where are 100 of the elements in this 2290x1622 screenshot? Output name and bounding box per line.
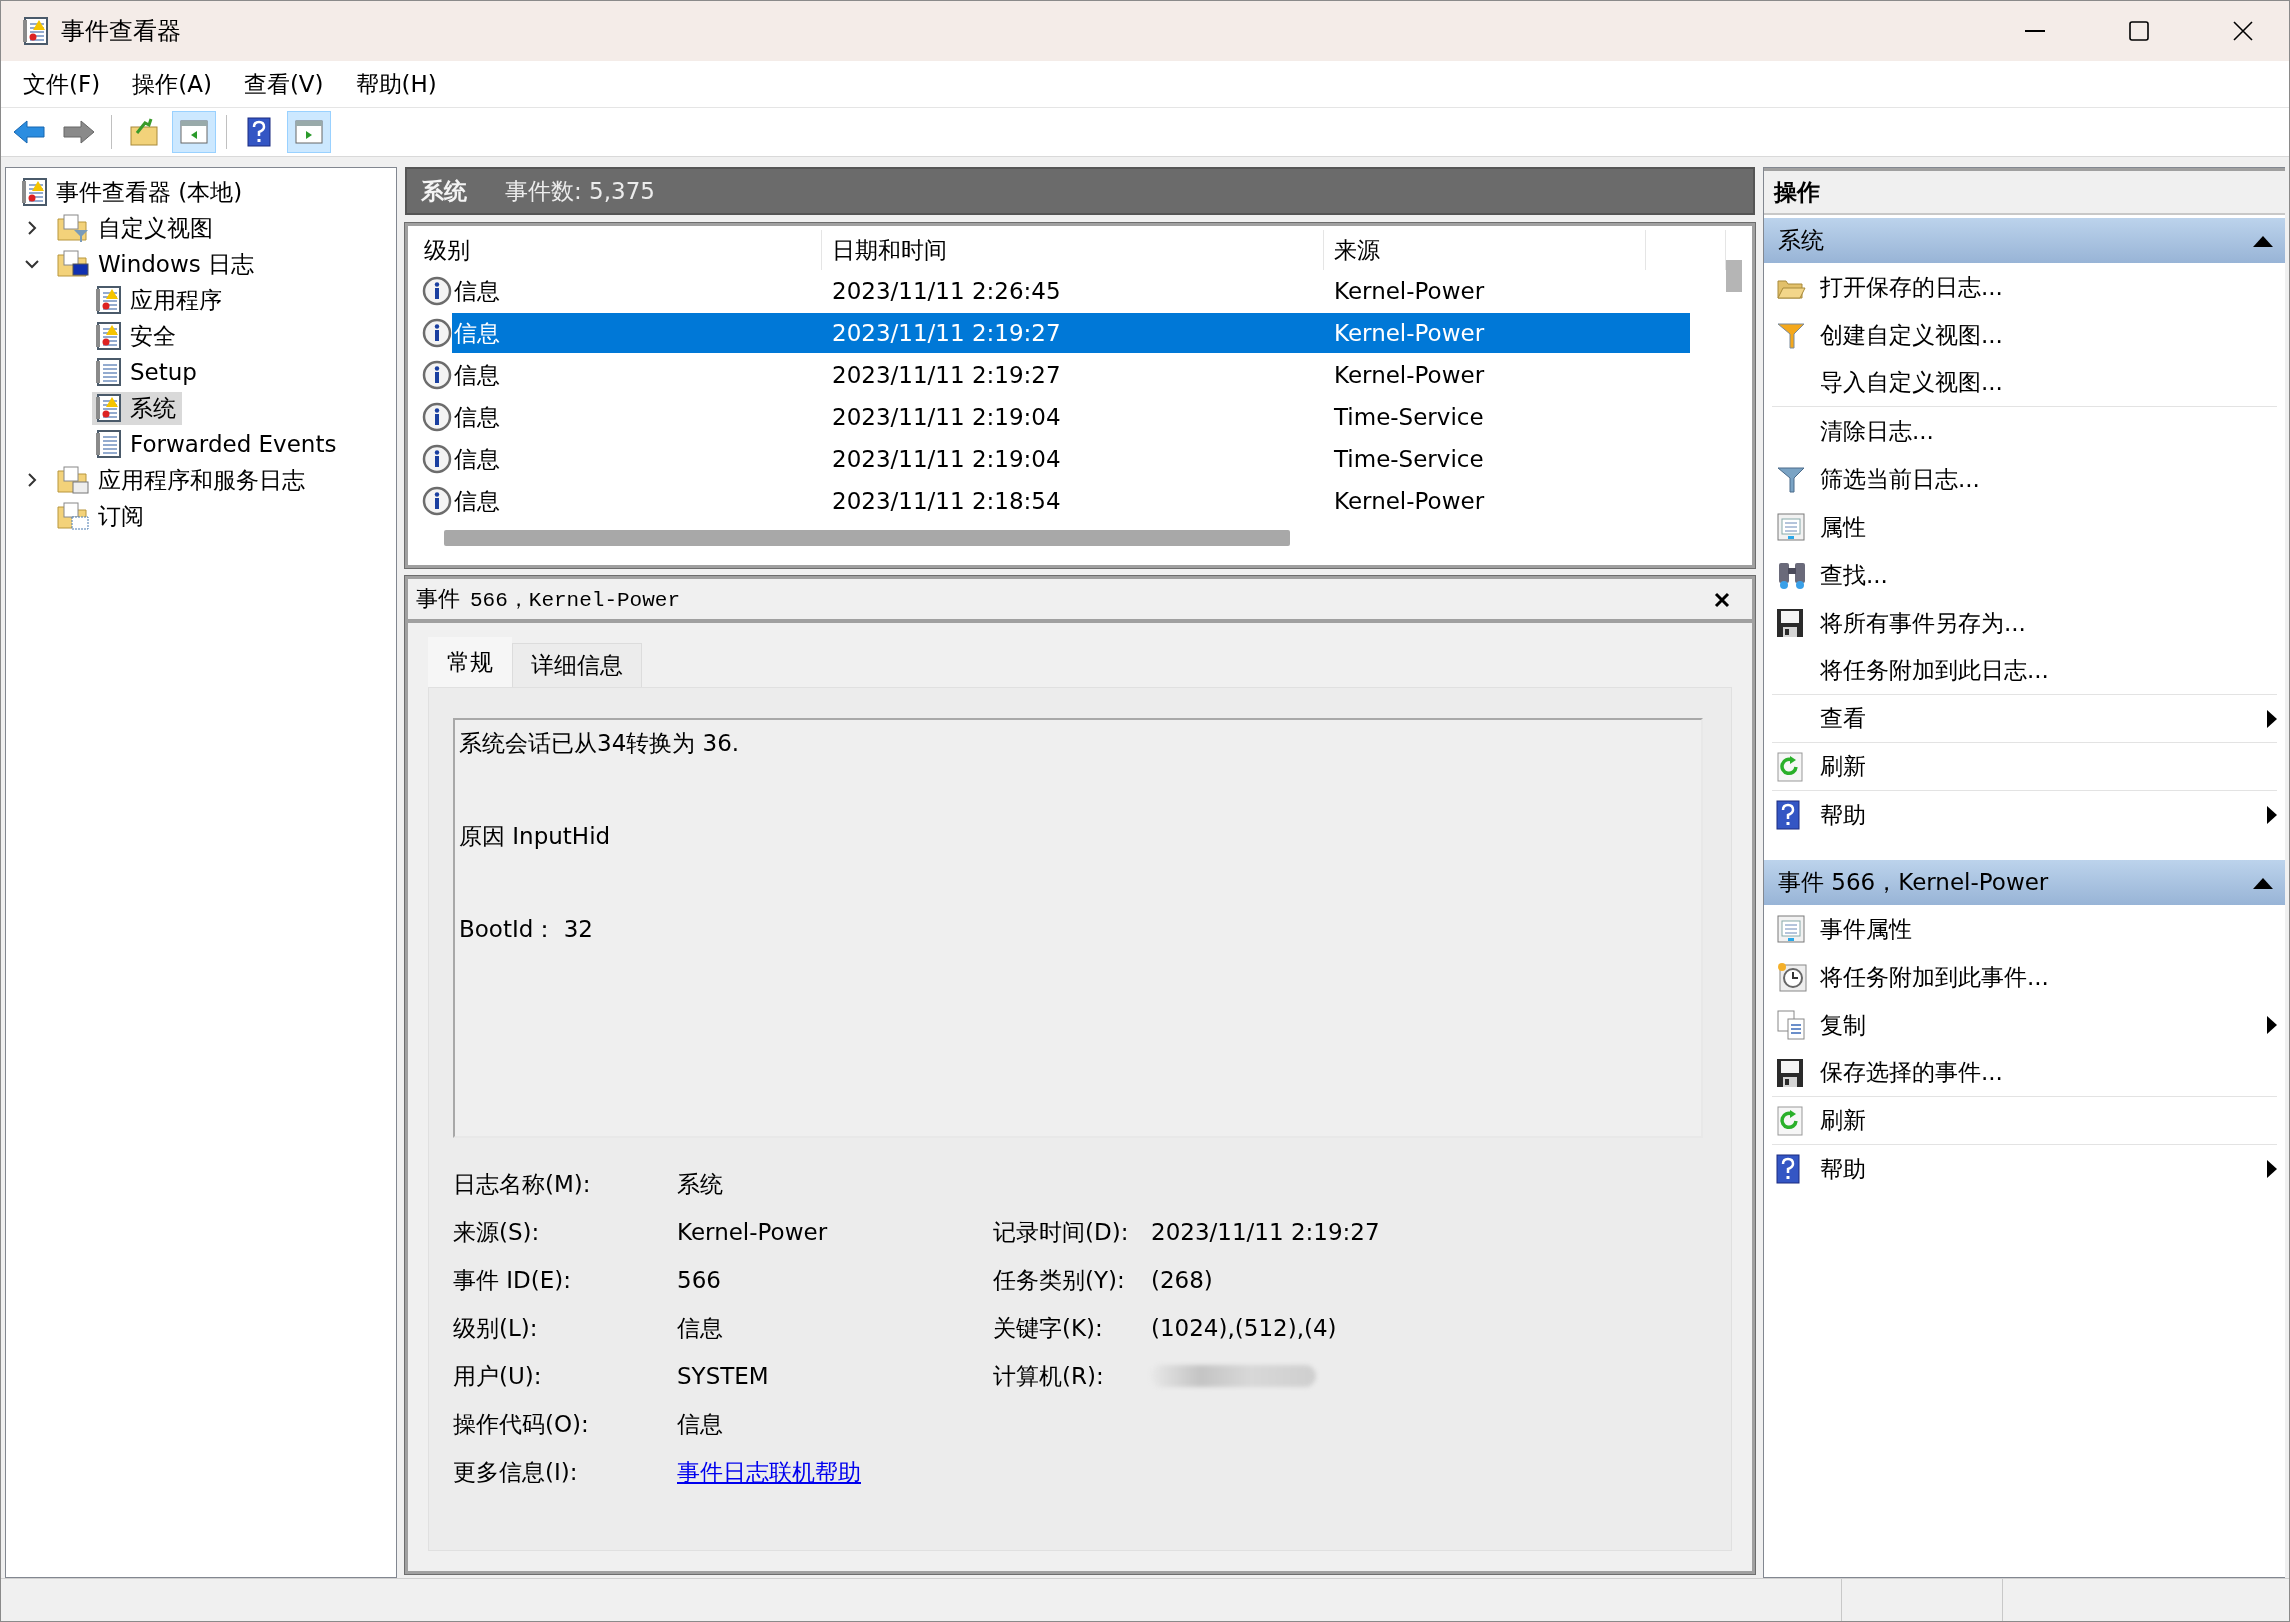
action-item[interactable]: 保存选择的事件...	[1772, 1049, 2277, 1097]
folder-funnel-icon	[56, 213, 90, 243]
folder-arrow-icon	[129, 117, 159, 147]
tree-item[interactable]: Windows 日志	[54, 247, 260, 281]
tree-item[interactable]: 订阅	[54, 499, 150, 533]
action-item[interactable]: 刷新	[1772, 743, 2277, 791]
property-value: (1024),(512),(4)	[1151, 1315, 1337, 1341]
tree-item[interactable]: 应用程序和服务日志	[54, 463, 311, 497]
action-item[interactable]: 筛选当前日志...	[1772, 455, 2277, 503]
info-icon	[422, 276, 452, 306]
actions-header: 操作	[1764, 168, 2285, 215]
column-header[interactable]: 来源	[1324, 230, 1646, 270]
action-item[interactable]: 导入自定义视图...	[1772, 359, 2277, 407]
tree-item[interactable]: 事件查看器 (本地)	[18, 175, 249, 209]
property-label: 计算机(R):	[993, 1361, 1105, 1391]
action-item[interactable]: 属性	[1772, 503, 2277, 551]
help-link[interactable]: 事件日志联机帮助	[677, 1456, 861, 1488]
tree-item[interactable]: 安全	[92, 319, 182, 353]
date-cell-text: 2023/11/11 2:19:04	[831, 404, 1062, 430]
action-item[interactable]: 查看	[1772, 695, 2277, 743]
date-cell-text: 2023/11/11 2:18:54	[831, 488, 1062, 514]
level-cell-text: 信息	[453, 402, 501, 432]
tree-item[interactable]: 应用程序	[92, 283, 228, 317]
column-header[interactable]: 级别	[414, 230, 822, 270]
action-item[interactable]: 将所有事件另存为...	[1772, 599, 2277, 647]
column-header[interactable]: 日期和时间	[822, 230, 1324, 270]
action-item[interactable]: 打开保存的日志...	[1772, 263, 2277, 311]
log-book-icon	[20, 177, 48, 207]
menu-item[interactable]: 文件(F)	[11, 64, 113, 104]
action-item[interactable]: 事件属性	[1772, 905, 2277, 953]
property-value: SYSTEM	[677, 1363, 769, 1389]
info-icon	[422, 360, 452, 390]
property-value: Kernel-Power	[677, 1219, 828, 1245]
event-row[interactable]: 信息 2023/11/11 2:19:27 Kernel-Power	[452, 313, 1690, 353]
event-row[interactable]: 信息 2023/11/11 2:19:04 Time-Service	[452, 439, 1690, 479]
tree-item[interactable]: 系统	[92, 391, 182, 425]
properties-icon	[1776, 512, 1806, 542]
window-title: 事件查看器	[61, 16, 182, 47]
action-item[interactable]: 帮助	[1772, 1145, 2277, 1193]
funnel-icon	[1776, 464, 1806, 494]
event-row[interactable]: 信息 2023/11/11 2:18:54 Kernel-Power	[452, 481, 1690, 521]
property-value: 信息	[677, 1409, 723, 1439]
property-label: 日志名称(M):	[453, 1169, 592, 1199]
binoculars-icon	[1776, 560, 1808, 590]
level-cell-text: 信息	[453, 444, 501, 474]
help-icon	[1776, 1154, 1800, 1184]
section-header[interactable]: 事件 566，Kernel-Power	[1764, 857, 2285, 905]
info-icon	[422, 444, 452, 474]
property-value: 566	[677, 1267, 721, 1293]
info-icon	[422, 318, 452, 348]
property-value: 信息	[677, 1313, 723, 1343]
refresh-icon	[1776, 750, 1804, 783]
close-icon	[2233, 21, 2253, 41]
folder-calendar-icon	[56, 501, 90, 531]
level-cell-text: 信息	[453, 276, 501, 306]
menu-item[interactable]: 查看(V)	[231, 64, 336, 104]
event-row[interactable]: 信息 2023/11/11 2:19:27 Kernel-Power	[452, 355, 1690, 395]
property-label: 操作代码(O):	[453, 1409, 590, 1439]
date-cell-text: 2023/11/11 2:26:45	[831, 278, 1062, 304]
section-header[interactable]: 系统	[1764, 215, 2285, 263]
maximize-icon	[2129, 21, 2149, 41]
tree-item[interactable]: Setup	[92, 356, 203, 388]
tab[interactable]: 常规	[428, 637, 512, 687]
menu-item[interactable]: 操作(A)	[120, 64, 224, 104]
property-label: 关键字(K):	[993, 1313, 1104, 1343]
property-label: 级别(L):	[453, 1313, 539, 1343]
property-label: 用户(U):	[453, 1361, 543, 1391]
date-cell-text: 2023/11/11 2:19:27	[831, 320, 1062, 346]
menu-item[interactable]: 帮助(H)	[343, 64, 449, 104]
tree-item[interactable]: Forwarded Events	[92, 428, 343, 460]
action-item[interactable]: 查找...	[1772, 551, 2277, 599]
action-item[interactable]: 清除日志...	[1772, 407, 2277, 455]
panel-right-icon	[294, 119, 324, 145]
action-item[interactable]: 将任务附加到此日志...	[1772, 647, 2277, 695]
close-icon	[1714, 592, 1730, 608]
action-item[interactable]: 复制	[1772, 1001, 2277, 1049]
action-item[interactable]: 刷新	[1772, 1097, 2277, 1145]
panel-left-icon	[179, 119, 209, 145]
event-row[interactable]: 信息 2023/11/11 2:19:04 Time-Service	[452, 397, 1690, 437]
clock-icon	[1776, 961, 1808, 993]
funnel-icon	[1776, 320, 1806, 350]
vertical-scrollbar[interactable]	[1726, 260, 1742, 292]
info-icon	[422, 486, 452, 516]
log-book-icon	[94, 285, 122, 315]
horizontal-scrollbar[interactable]	[444, 530, 1290, 546]
action-item[interactable]: 帮助	[1772, 791, 2277, 839]
action-item[interactable]: 将任务附加到此事件...	[1772, 953, 2277, 1001]
property-label: 来源(S):	[453, 1217, 541, 1247]
tree-item[interactable]: 自定义视图	[54, 211, 219, 245]
property-label: 更多信息(I):	[453, 1457, 579, 1487]
event-row[interactable]: 信息 2023/11/11 2:26:45 Kernel-Power	[452, 271, 1690, 311]
log-book-icon	[94, 321, 122, 351]
arrow-right-icon	[62, 119, 96, 145]
property-label: 任务类别(Y):	[993, 1265, 1126, 1295]
event-count: 事件数: 5,375	[505, 176, 655, 206]
arrow-left-icon	[12, 119, 46, 145]
action-item[interactable]: 创建自定义视图...	[1772, 311, 2277, 359]
tab[interactable]: 详细信息	[512, 643, 642, 687]
source-cell-text: Time-Service	[1333, 404, 1485, 430]
log-book-icon	[94, 357, 122, 387]
